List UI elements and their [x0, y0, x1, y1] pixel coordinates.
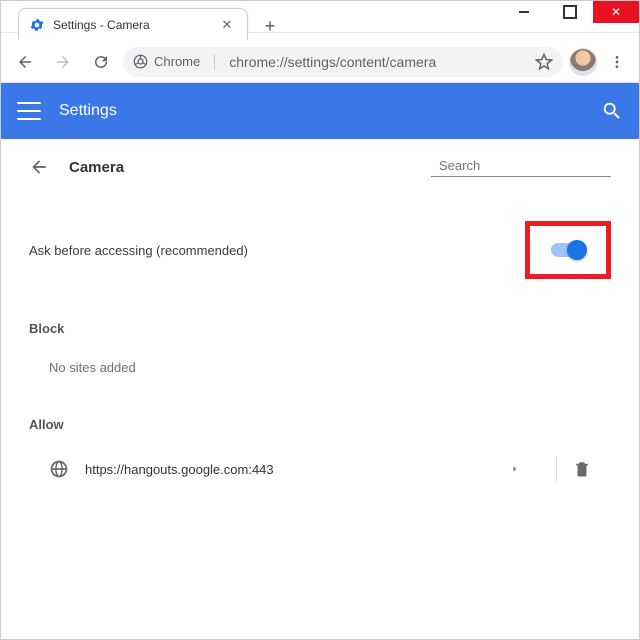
- chrome-icon: [133, 54, 148, 69]
- block-empty-text: No sites added: [49, 360, 611, 375]
- omnibox-chrome-label: Chrome: [154, 54, 200, 69]
- page-search-input[interactable]: [439, 158, 615, 173]
- globe-icon: [49, 459, 69, 479]
- window-close-button[interactable]: [593, 1, 639, 23]
- site-details-button[interactable]: [510, 464, 520, 474]
- highlight-box: [525, 221, 611, 279]
- omnibox-url: chrome://settings/content/camera: [229, 54, 436, 70]
- toggle-knob: [567, 240, 587, 260]
- browser-tab[interactable]: Settings - Camera ✕: [18, 8, 248, 40]
- page-search[interactable]: [431, 157, 611, 177]
- browser-menu-button[interactable]: [603, 54, 631, 70]
- page-back-button[interactable]: [29, 157, 49, 177]
- forward-button[interactable]: [47, 46, 79, 78]
- window-minimize-button[interactable]: [501, 1, 547, 23]
- chrome-badge: Chrome: [133, 54, 200, 69]
- omnibox[interactable]: Chrome chrome://settings/content/camera: [123, 47, 563, 77]
- app-header: Settings: [1, 83, 639, 139]
- back-button[interactable]: [9, 46, 41, 78]
- allow-heading: Allow: [29, 417, 611, 432]
- browser-toolbar: Chrome chrome://settings/content/camera: [1, 41, 639, 83]
- settings-page: Camera Ask before accessing (recommended…: [1, 139, 639, 500]
- tab-strip: Settings - Camera ✕ +: [18, 8, 284, 40]
- new-tab-button[interactable]: +: [256, 12, 284, 40]
- divider: [556, 456, 557, 482]
- header-search-button[interactable]: [601, 100, 623, 122]
- app-header-title: Settings: [59, 102, 117, 120]
- omnibox-divider: [214, 54, 215, 70]
- ask-before-accessing-toggle[interactable]: [551, 243, 585, 257]
- page-title: Camera: [69, 159, 124, 176]
- allow-site-url: https://hangouts.google.com:443: [85, 462, 494, 477]
- bookmark-star-icon[interactable]: [535, 53, 553, 71]
- profile-avatar[interactable]: [569, 48, 597, 76]
- gear-icon: [29, 17, 45, 33]
- tab-title: Settings - Camera: [53, 18, 211, 32]
- ask-before-accessing-row: Ask before accessing (recommended): [29, 221, 611, 279]
- allow-site-row: https://hangouts.google.com:443: [49, 456, 611, 482]
- delete-site-button[interactable]: [573, 460, 611, 478]
- page-head: Camera: [29, 157, 611, 177]
- menu-icon[interactable]: [17, 102, 41, 120]
- ask-before-accessing-label: Ask before accessing (recommended): [29, 243, 248, 258]
- block-heading: Block: [29, 321, 611, 336]
- tab-close-button[interactable]: ✕: [219, 17, 235, 33]
- reload-button[interactable]: [85, 46, 117, 78]
- window-maximize-button[interactable]: [547, 1, 593, 23]
